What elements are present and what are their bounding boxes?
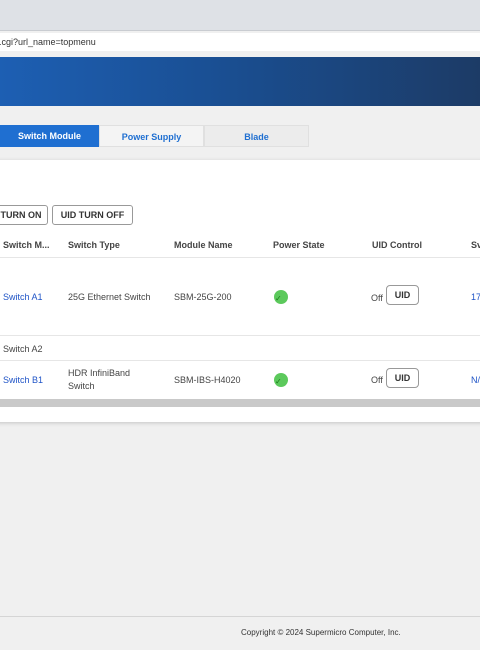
footer-divider: [0, 616, 480, 617]
tab-power-supply[interactable]: Power Supply: [99, 125, 204, 147]
table-cell-module-name: SBM-IBS-H4020: [174, 375, 241, 385]
col-header-uid-control[interactable]: UID Control: [372, 240, 422, 250]
uid-state-label: Off: [371, 293, 383, 303]
uid-turn-off-button[interactable]: UID TURN OFF: [52, 205, 133, 225]
copyright-text: Copyright © 2024 Supermicro Computer, In…: [241, 628, 401, 637]
table-row-divider: [0, 360, 480, 361]
tab-blade[interactable]: Blade: [204, 125, 309, 147]
uid-state-label: Off: [371, 375, 383, 385]
col-header-power-state[interactable]: Power State: [273, 240, 325, 250]
table-row-switch-a2: Switch A2: [3, 344, 43, 354]
col-header-switch-module[interactable]: Switch M...: [3, 240, 50, 250]
col-header-sv[interactable]: Sv: [471, 240, 480, 250]
table-divider: [0, 257, 480, 258]
table-cell-switch-type-line2: Switch: [68, 381, 95, 391]
table-cell-switch-type-line1: HDR InfiniBand: [68, 368, 131, 378]
tab-bar: Switch Module Power Supply Blade: [0, 125, 309, 147]
uid-button[interactable]: UID: [386, 368, 419, 388]
table-cell-switch-type: 25G Ethernet Switch: [68, 292, 151, 302]
table-row-switch-a1-link[interactable]: Switch A1: [3, 292, 43, 302]
table-row-divider: [0, 335, 480, 336]
table-cell-sv-link[interactable]: 17: [471, 292, 480, 302]
col-header-switch-type[interactable]: Switch Type: [68, 240, 120, 250]
table-cell-sv-link[interactable]: N/: [471, 375, 480, 385]
tab-switch-module[interactable]: Switch Module: [0, 125, 99, 147]
power-on-icon: [274, 290, 288, 304]
col-header-module-name[interactable]: Module Name: [174, 240, 233, 250]
uid-turn-on-button[interactable]: TURN ON: [0, 205, 48, 225]
table-cell-module-name: SBM-25G-200: [174, 292, 232, 302]
uid-button[interactable]: UID: [386, 285, 419, 305]
browser-toolbar: [0, 0, 480, 31]
power-on-icon: [274, 373, 288, 387]
table-row-switch-b1-link[interactable]: Switch B1: [3, 375, 43, 385]
address-bar-url: .cgi?url_name=topmenu: [0, 37, 96, 47]
header-banner: [0, 57, 480, 106]
horizontal-scrollbar[interactable]: [0, 399, 480, 407]
